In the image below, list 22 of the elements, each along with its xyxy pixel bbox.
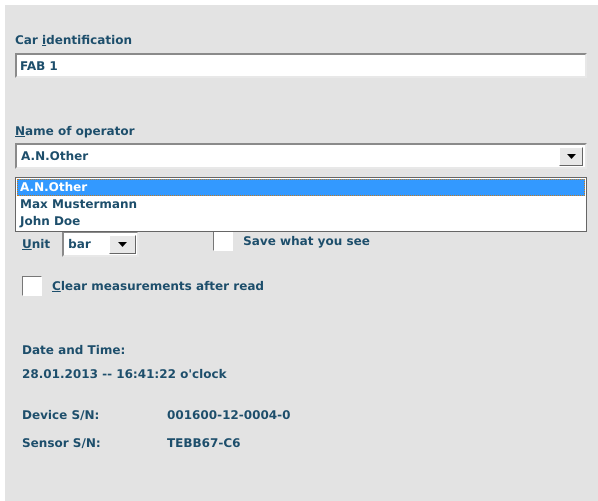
caret-down-icon xyxy=(118,242,128,246)
info-value: 001600-12-0004-0 xyxy=(167,407,290,423)
info-label: Device S/N: xyxy=(22,407,100,423)
caret-down-icon xyxy=(566,154,576,158)
info-label: Date and Time: xyxy=(22,342,126,359)
checkbox-label: Clear measurements after read xyxy=(52,278,264,294)
dropdown-arrow-button[interactable] xyxy=(109,234,136,254)
dropdown-arrow-button[interactable] xyxy=(559,146,583,166)
dropdown-option[interactable]: Max Mustermann xyxy=(17,196,585,213)
info-value: 28.01.2013 -- 16:41:22 o'clock xyxy=(22,366,227,383)
combo-box[interactable]: A.N.Other xyxy=(15,143,587,169)
dropdown-option[interactable]: John Doe xyxy=(17,213,585,230)
info-label: Sensor S/N: xyxy=(22,435,101,451)
field-label: Unit xyxy=(22,236,50,252)
combo-box[interactable]: bar xyxy=(62,231,140,257)
info-value: TEBB67-C6 xyxy=(167,435,241,451)
checkbox-label: Save what you see xyxy=(243,234,370,248)
checkbox[interactable] xyxy=(22,276,42,296)
field-label: Name of operator xyxy=(15,124,134,139)
text-field[interactable]: FAB 1 xyxy=(15,53,587,78)
field-label: Car identification xyxy=(15,33,132,48)
checkbox[interactable] xyxy=(213,231,234,251)
